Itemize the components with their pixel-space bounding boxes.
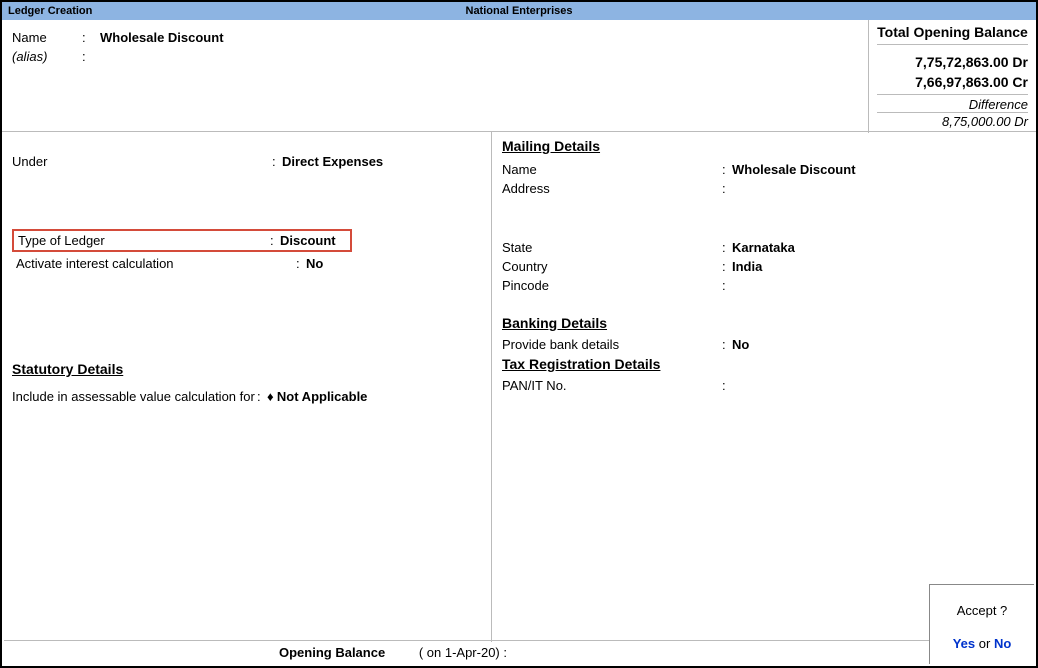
balance-dr: 7,75,72,863.00 Dr <box>877 53 1028 73</box>
mailing-name-value[interactable]: Wholesale Discount <box>732 162 856 177</box>
under-field-row: Under : Direct Expenses <box>12 154 481 169</box>
bank-label: Provide bank details <box>502 337 722 352</box>
state-label: State <box>502 240 722 255</box>
accept-or: or <box>975 636 994 651</box>
state-value[interactable]: Karnataka <box>732 240 795 255</box>
type-of-ledger-label: Type of Ledger <box>18 233 270 248</box>
tax-header: Tax Registration Details <box>502 356 1026 372</box>
under-label: Under <box>12 154 272 169</box>
pincode-label: Pincode <box>502 278 722 293</box>
opening-balance-date: ( on 1-Apr-20) : <box>419 645 507 660</box>
banking-header: Banking Details <box>502 315 1026 331</box>
accept-dialog: Accept ? Yes or No <box>929 584 1034 664</box>
country-row: Country : India <box>502 259 1026 274</box>
address-row: Address : <box>502 181 1026 196</box>
header-area: Name : Wholesale Discount (alias) : Tota… <box>2 20 1036 132</box>
mailing-name-label: Name <box>502 162 722 177</box>
opening-balance-summary: Total Opening Balance 7,75,72,863.00 Dr … <box>868 20 1036 133</box>
right-pane: Mailing Details Name : Wholesale Discoun… <box>492 132 1036 642</box>
title-bar: Ledger Creation National Enterprises <box>2 2 1036 20</box>
name-label: Name <box>12 30 82 45</box>
alias-label: (alias) <box>12 49 82 64</box>
interest-row: Activate interest calculation : No <box>16 256 481 271</box>
pan-label: PAN/IT No. <box>502 378 722 393</box>
bank-row: Provide bank details : No <box>502 337 1026 352</box>
include-assessable-label: Include in assessable value calculation … <box>12 389 257 404</box>
accept-question: Accept ? <box>930 603 1034 618</box>
balance-diff-label: Difference <box>877 94 1028 112</box>
balance-diff-value: 8,75,000.00 Dr <box>877 112 1028 129</box>
interest-label: Activate interest calculation <box>16 256 296 271</box>
balance-title: Total Opening Balance <box>877 24 1028 45</box>
colon: : <box>82 49 100 64</box>
address-label: Address <box>502 181 722 196</box>
bank-value[interactable]: No <box>732 337 749 352</box>
title-left: Ledger Creation <box>8 2 92 20</box>
title-center: National Enterprises <box>2 2 1036 20</box>
balance-cr: 7,66,97,863.00 Cr <box>877 73 1028 93</box>
country-value[interactable]: India <box>732 259 762 274</box>
interest-value[interactable]: No <box>306 256 323 271</box>
colon: : <box>82 30 100 45</box>
type-of-ledger-highlight: Type of Ledger : Discount <box>12 229 352 252</box>
include-assessable-row: Include in assessable value calculation … <box>12 389 481 405</box>
type-of-ledger-value[interactable]: Discount <box>280 233 336 248</box>
mailing-header: Mailing Details <box>502 138 1026 154</box>
accept-no-button[interactable]: No <box>994 636 1011 651</box>
footer-bar: Opening Balance ( on 1-Apr-20) : <box>4 640 1034 664</box>
main-area: Under : Direct Expenses Type of Ledger :… <box>2 132 1036 642</box>
accept-yes-button[interactable]: Yes <box>953 636 975 651</box>
state-row: State : Karnataka <box>502 240 1026 255</box>
pincode-row: Pincode : <box>502 278 1026 293</box>
pan-row: PAN/IT No. : <box>502 378 1026 393</box>
opening-balance-label: Opening Balance <box>279 645 385 660</box>
left-pane: Under : Direct Expenses Type of Ledger :… <box>2 132 492 642</box>
mailing-name-row: Name : Wholesale Discount <box>502 162 1026 177</box>
country-label: Country <box>502 259 722 274</box>
statutory-header: Statutory Details <box>12 361 481 377</box>
under-value[interactable]: Direct Expenses <box>282 154 383 169</box>
diamond-icon: ♦ <box>267 389 277 404</box>
ledger-name-field[interactable]: Wholesale Discount <box>100 30 224 45</box>
name-block: Name : Wholesale Discount (alias) : <box>12 30 224 68</box>
include-assessable-value[interactable]: ♦ Not Applicable <box>267 389 367 405</box>
